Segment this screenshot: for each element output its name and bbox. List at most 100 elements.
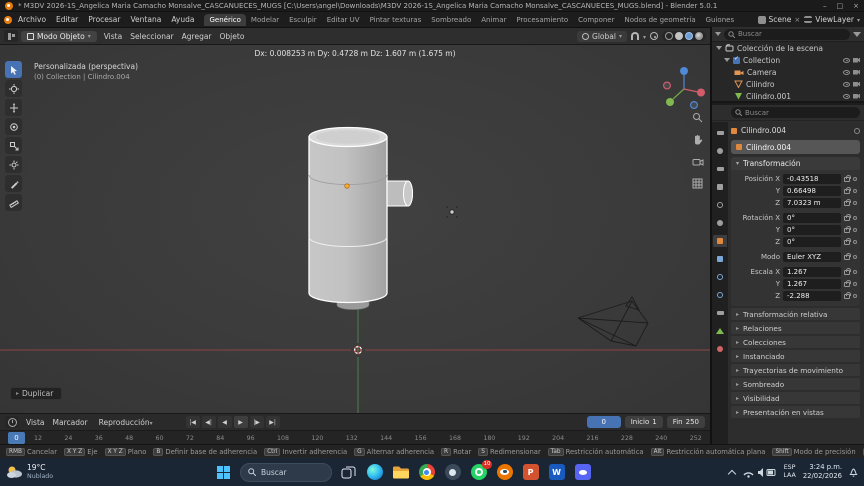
render-camera-icon[interactable]	[853, 81, 860, 87]
animate-dot-icon[interactable]	[853, 254, 857, 259]
transform-value-field[interactable]: 0°	[783, 212, 841, 223]
tool-select-box[interactable]	[5, 61, 22, 78]
editor-type-button[interactable]	[4, 30, 18, 42]
network-volume-icons[interactable]	[742, 466, 776, 478]
transform-value-field[interactable]: 1.267	[783, 278, 841, 289]
file-explorer-icon[interactable]	[391, 463, 410, 482]
minimize-button[interactable]: –	[823, 2, 827, 10]
steam-icon[interactable]	[443, 463, 462, 482]
zoom-icon[interactable]	[691, 111, 704, 124]
transform-value-field[interactable]: 0.66498	[783, 185, 841, 196]
ortho-grid-icon[interactable]	[691, 177, 704, 190]
collapsed-section-header[interactable]: Colecciones	[731, 336, 860, 348]
animate-dot-icon[interactable]	[853, 215, 857, 220]
frame-end-field[interactable]: Fin 250	[666, 416, 705, 428]
taskbar-search-input[interactable]: Buscar	[240, 462, 332, 482]
transform-value-field[interactable]: 0°	[783, 224, 841, 235]
tool-rotate[interactable]	[5, 118, 22, 135]
discord-icon[interactable]	[573, 463, 592, 482]
proportional-edit-icon[interactable]	[650, 32, 658, 40]
lock-icon[interactable]	[844, 237, 851, 245]
tool-transform[interactable]	[5, 156, 22, 173]
viewlayer-selector[interactable]: ViewLayer	[804, 15, 860, 24]
jump-to-start-button[interactable]: |◀	[185, 416, 200, 428]
powerpoint-icon[interactable]: P	[521, 463, 540, 482]
lock-icon[interactable]	[844, 225, 851, 233]
lock-icon[interactable]	[844, 186, 851, 194]
transform-value-field[interactable]: 0°	[783, 236, 841, 247]
render-camera-icon[interactable]	[853, 93, 860, 99]
navigation-gizmo[interactable]	[662, 67, 705, 109]
notification-bell-icon[interactable]	[849, 467, 858, 477]
animate-dot-icon[interactable]	[853, 227, 857, 232]
object-name-field[interactable]: Cilindro.004	[731, 140, 860, 154]
clock-widget[interactable]: 3:24 p.m. 22/02/2026	[803, 463, 842, 481]
blender-icon[interactable]	[495, 463, 514, 482]
expand-icon[interactable]	[716, 46, 722, 50]
mode-dropdown[interactable]: Modo Objeto	[21, 30, 97, 42]
workspace-tab[interactable]: Animar	[476, 14, 511, 26]
scene-unlink-icon[interactable]: ×	[794, 16, 800, 24]
transform-value-field[interactable]: Euler XYZ	[783, 251, 841, 262]
filter-icon[interactable]	[853, 31, 861, 37]
current-frame-field[interactable]: 0	[586, 416, 621, 428]
timeline-menu-item[interactable]: Marcador	[49, 418, 92, 427]
tool-measure[interactable]	[5, 194, 22, 211]
camera-object[interactable]	[577, 296, 649, 347]
hide-eye-icon[interactable]	[843, 93, 850, 99]
outliner-row-collection[interactable]: Collection	[712, 54, 864, 66]
word-icon[interactable]: W	[547, 463, 566, 482]
viewport-3d[interactable]: Dx: 0.008253 m Dy: 0.4728 m Dz: 1.607 m …	[0, 45, 710, 413]
collapsed-section-header[interactable]: Sombreado	[731, 378, 860, 390]
menu-item[interactable]: Editar	[51, 15, 83, 24]
task-view-icon[interactable]	[339, 463, 358, 482]
language-indicator[interactable]: ESP LAA	[783, 464, 795, 480]
tool-move[interactable]	[5, 99, 22, 116]
weather-widget[interactable]: 19°C Nublado	[6, 464, 92, 480]
frame-start-field[interactable]: Inicio 1	[624, 416, 663, 428]
next-keyframe-button[interactable]: |▶	[249, 416, 264, 428]
maximize-button[interactable]: □	[837, 2, 844, 10]
properties-tab-modifiers[interactable]	[713, 253, 727, 265]
properties-tab-data[interactable]	[713, 325, 727, 337]
animate-dot-icon[interactable]	[853, 239, 857, 244]
render-camera-icon[interactable]	[853, 57, 860, 63]
properties-search-input[interactable]: Buscar	[731, 107, 860, 118]
tool-scale[interactable]	[5, 137, 22, 154]
properties-tab-tool[interactable]	[713, 127, 727, 139]
chrome-icon[interactable]	[417, 463, 436, 482]
lock-icon[interactable]	[844, 174, 851, 182]
tool-annotate[interactable]	[5, 175, 22, 192]
snapping-magnet-icon[interactable]	[630, 32, 639, 40]
animate-dot-icon[interactable]	[853, 281, 857, 286]
lock-icon[interactable]	[844, 213, 851, 221]
play-button[interactable]: ▶	[233, 416, 248, 428]
hide-eye-icon[interactable]	[843, 57, 850, 63]
operator-panel[interactable]: Duplicar	[10, 387, 63, 400]
collapsed-section-header[interactable]: Transformación relativa	[731, 308, 860, 320]
tool-cursor[interactable]	[5, 80, 22, 97]
animate-dot-icon[interactable]	[853, 176, 857, 181]
expand-icon[interactable]	[724, 58, 730, 62]
material-shading-icon[interactable]	[685, 32, 693, 40]
lock-icon[interactable]	[844, 267, 851, 275]
animate-dot-icon[interactable]	[853, 293, 857, 298]
workspace-tab[interactable]: Componer	[573, 14, 619, 26]
animate-dot-icon[interactable]	[853, 188, 857, 193]
camera-view-icon[interactable]	[691, 155, 704, 168]
transform-value-field[interactable]: 7.0323 m	[783, 197, 841, 208]
menu-item[interactable]: Ventana	[126, 15, 167, 24]
outliner-row-camera[interactable]: Camera	[712, 66, 864, 78]
workspace-tab[interactable]: Sombreado	[426, 14, 476, 26]
tray-expand-icon[interactable]	[728, 469, 737, 478]
menu-item[interactable]: Ayuda	[166, 15, 199, 24]
prev-keyframe-button[interactable]: ◀|	[201, 416, 216, 428]
viewport-menu-item[interactable]: Agregar	[178, 32, 216, 41]
transform-section-header[interactable]: Transformación	[731, 157, 860, 170]
start-button[interactable]	[214, 463, 233, 482]
workspace-tab[interactable]: Genérico	[204, 13, 246, 26]
workspace-tab[interactable]: Procesamiento	[511, 14, 573, 26]
lock-icon[interactable]	[844, 252, 851, 260]
menu-item[interactable]: Archivo	[13, 15, 51, 24]
timeline-editor-button[interactable]	[5, 416, 19, 428]
